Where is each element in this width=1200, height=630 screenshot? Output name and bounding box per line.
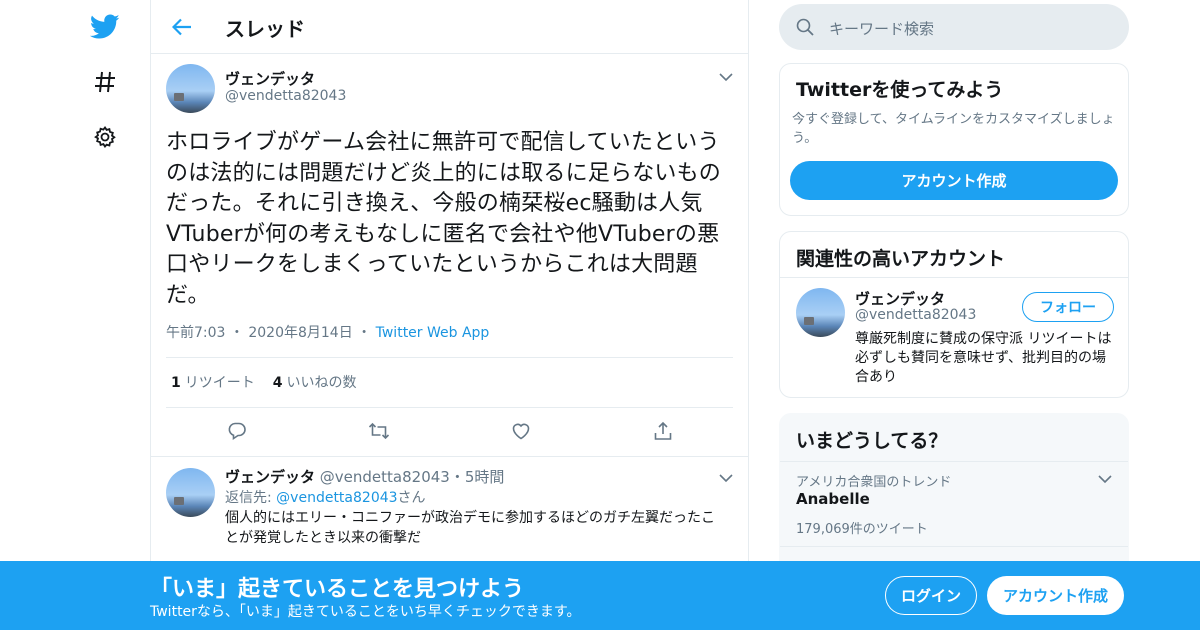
separator-dot: ・ (229, 325, 244, 341)
page: スレッド ヴェンデッタ @vendetta82043 ホロライブがゲーム会社に無… (0, 0, 1200, 630)
account-bio: 尊厳死制度に賛成の保守派 リツイートは必ずしも賛同を意味せず、批判目的の場合あり (855, 331, 1112, 385)
related-accounts-card: 関連性の高いアカウント ヴェンデッタ @vendetta82043 フォロー 尊… (779, 231, 1129, 398)
share-icon[interactable] (652, 420, 674, 442)
twitter-logo-icon[interactable] (88, 10, 122, 44)
hashtag-icon[interactable] (88, 65, 122, 99)
reply-to: 返信先: @vendetta82043さん (225, 487, 426, 507)
chevron-down-icon[interactable] (1098, 472, 1112, 486)
avatar[interactable] (796, 288, 845, 337)
login-button[interactable]: ログイン (885, 576, 977, 615)
left-nav (0, 0, 150, 630)
trend-context[interactable]: アメリカ合衆国のトレンド (796, 471, 951, 490)
divider (780, 546, 1128, 547)
gear-icon[interactable] (88, 120, 122, 154)
tweet-meta: 午前7:03 ・ 2020年8月14日 ・ Twitter Web App (166, 322, 489, 342)
reply-to-handle-link[interactable]: @vendetta82043 (276, 490, 397, 506)
author-handle[interactable]: @vendetta82043 (320, 468, 450, 486)
search-placeholder[interactable]: キーワード検索 (829, 18, 934, 39)
search-icon (795, 17, 815, 37)
thread-header: スレッド (151, 0, 748, 54)
retweet-count-link[interactable]: 1 リツイート (171, 375, 255, 391)
signup-button[interactable]: アカウント作成 (987, 576, 1124, 615)
main-tweet: ヴェンデッタ @vendetta82043 ホロライブがゲーム会社に無許可で配信… (151, 54, 748, 457)
tweet-source-link[interactable]: Twitter Web App (376, 325, 490, 341)
main-column: スレッド ヴェンデッタ @vendetta82043 ホロライブがゲーム会社に無… (150, 0, 749, 630)
banner-title: 「いま」起きていることを見つけよう (150, 577, 525, 602)
search-box[interactable]: キーワード検索 (779, 4, 1129, 50)
separator-dot: ・ (357, 325, 372, 341)
trend-name[interactable]: Anabelle (796, 490, 870, 508)
separator-dot: ・ (449, 468, 465, 486)
chevron-down-icon[interactable] (719, 70, 733, 84)
reply-icon[interactable] (226, 420, 248, 442)
like-count-label: いいねの数 (286, 375, 357, 391)
back-arrow-icon[interactable] (169, 14, 195, 40)
page-title: スレッド (225, 17, 305, 41)
divider (166, 407, 733, 408)
follow-button[interactable]: フォロー (1022, 292, 1114, 322)
banner-subtitle: Twitterなら、「いま」起きていることをいち早くチェックできます。 (150, 604, 581, 620)
trends-title: いまどうしてる？ (796, 430, 948, 452)
related-accounts-title: 関連性の高いアカウント (796, 248, 1006, 270)
author-name[interactable]: ヴェンデッタ (225, 68, 315, 89)
divider (780, 277, 1128, 278)
account-handle[interactable]: @vendetta82043 (855, 307, 976, 323)
avatar[interactable] (166, 64, 215, 113)
tweet-text: ホロライブがゲーム会社に無許可で配信していたというのは法的には問題だけど炎上的に… (166, 130, 722, 308)
signup-card: Twitterを使ってみよう 今すぐ登録して、タイムラインをカスタマイズしましょ… (779, 63, 1129, 216)
reply-to-prefix: 返信先: (225, 490, 277, 506)
like-heart-icon[interactable] (510, 420, 532, 442)
retweet-count: 1 (171, 375, 181, 391)
signup-card-title: Twitterを使ってみよう (796, 79, 1004, 101)
author-name[interactable]: ヴェンデッタ (225, 468, 315, 486)
signup-card-description: 今すぐ登録して、タイムラインをカスタマイズしましょう。 (792, 112, 1115, 146)
reply-tweet[interactable]: ヴェンデッタ @vendetta82043・5時間 返信先: @vendetta… (151, 457, 748, 577)
chevron-down-icon[interactable] (719, 471, 733, 485)
account-name[interactable]: ヴェンデッタ (855, 288, 945, 309)
engagement-counts: 1 リツイート 4 いいねの数 (171, 372, 357, 392)
reply-header: ヴェンデッタ @vendetta82043・5時間 (225, 466, 504, 487)
reply-to-suffix: さん (397, 490, 426, 506)
avatar[interactable] (166, 468, 215, 517)
retweet-count-label: リツイート (184, 375, 255, 391)
reply-age[interactable]: 5時間 (465, 468, 505, 486)
divider (166, 357, 733, 358)
like-count-link[interactable]: 4 いいねの数 (273, 375, 357, 391)
tweet-date[interactable]: 2020年8月14日 (248, 325, 352, 341)
reply-text: 個人的にはエリー・コニファーが政治デモに参加するほどのガチ左翼だったことが発覚し… (225, 510, 715, 546)
trend-tweet-count: 179,069件のツイート (796, 522, 928, 537)
like-count: 4 (272, 375, 283, 391)
signup-banner: 「いま」起きていることを見つけよう Twitterなら、「いま」起きていることを… (0, 561, 1200, 630)
divider (780, 461, 1128, 462)
create-account-button[interactable]: アカウント作成 (790, 161, 1118, 200)
tweet-time[interactable]: 午前7:03 (166, 325, 225, 341)
retweet-icon[interactable] (368, 420, 390, 442)
author-handle[interactable]: @vendetta82043 (225, 88, 346, 104)
